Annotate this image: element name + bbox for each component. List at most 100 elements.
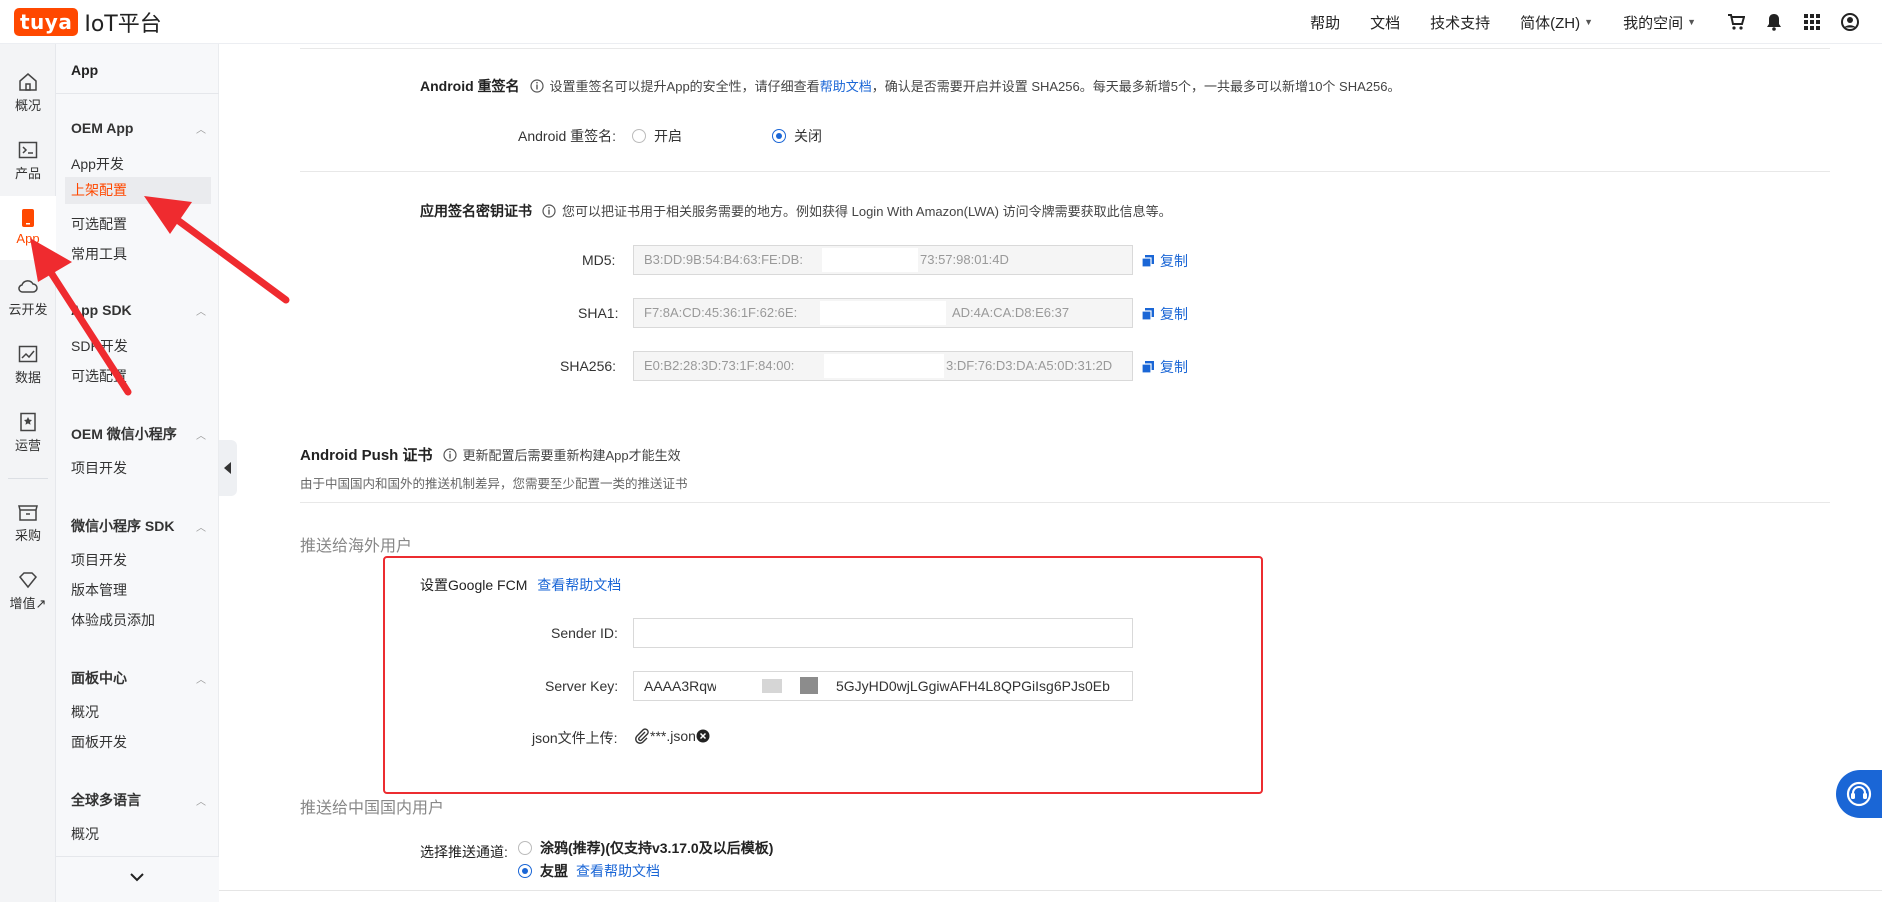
cert-title-text: 应用签名密钥证书 — [420, 203, 532, 219]
sha256-value-start: E0:B2:28:3D:73:1F:84:00: — [644, 358, 795, 373]
sidebar-section-wechat-sdk[interactable]: 微信小程序 SDK ︿ — [71, 516, 206, 536]
redaction-mask — [820, 301, 946, 325]
md5-field[interactable]: B3:DD:9B:54:B4:63:FE:DB: 73:57:98:01:4D — [633, 245, 1133, 275]
rail-label: 运营 — [14, 438, 41, 453]
sha256-field[interactable]: E0:B2:28:3D:73:1F:84:00: 3:DF:76:D3:DA:A… — [633, 351, 1133, 381]
top-bar: tuya IoT平台 帮助 文档 技术支持 简体(ZH) ▼ 我的空间 ▼ — [0, 0, 1882, 44]
rail-item-app[interactable]: App — [0, 196, 56, 260]
sidebar-section-oem-app[interactable]: OEM App ︿ — [71, 120, 206, 136]
cart-icon[interactable] — [1726, 12, 1746, 32]
copy-label: 复制 — [1160, 359, 1188, 375]
section-title: OEM App — [71, 120, 134, 136]
user-avatar-icon[interactable] — [1840, 12, 1860, 32]
main-content: Android 重签名 设置重签名可以提升App的安全性，请仔细查看帮助文档，确认… — [260, 44, 1882, 902]
radio-label: 关闭 — [794, 128, 822, 144]
chart-icon — [18, 345, 38, 363]
sidebar-item-lang-overview[interactable]: 概况 — [71, 824, 99, 844]
section-title: 全球多语言 — [71, 792, 141, 808]
sha1-copy-button[interactable]: 复制 — [1141, 304, 1188, 324]
sidebar-item-panel-overview[interactable]: 概况 — [71, 702, 99, 722]
rail-item-value-added[interactable]: 增值↗ — [0, 570, 56, 612]
sidebar-item-panel-dev[interactable]: 面板开发 — [71, 732, 127, 752]
logo[interactable]: tuya IoT平台 — [14, 6, 162, 38]
section-title: 面板中心 — [71, 670, 127, 686]
copy-label: 复制 — [1160, 253, 1188, 269]
radio-unchecked-icon — [518, 841, 532, 855]
sha1-value-start: F7:8A:CD:45:36:1F:62:6E: — [644, 305, 798, 320]
diamond-icon — [18, 572, 38, 589]
channel-radio-umeng[interactable]: 友盟 查看帮助文档 — [518, 861, 660, 881]
radio-unchecked-icon — [632, 129, 646, 143]
md5-copy-button[interactable]: 复制 — [1141, 251, 1188, 271]
customer-service-button[interactable] — [1836, 770, 1882, 818]
rail-item-product[interactable]: 产品 — [0, 140, 56, 182]
sidebar-section-panel-center[interactable]: 面板中心 ︿ — [71, 668, 206, 688]
sidebar-item-optional-config[interactable]: 可选配置 — [71, 214, 127, 234]
resign-field-label: Android 重签名: — [518, 128, 617, 144]
resign-note-text-end: ，确认是否需要开启并设置 SHA256。每天最多新增5个，一共最多可以新增10个… — [871, 79, 1401, 94]
phone-icon — [22, 209, 34, 227]
sidebar-collapse-handle[interactable] — [219, 440, 237, 496]
store-icon — [18, 505, 38, 521]
md5-label: MD5: — [582, 252, 616, 268]
nav-docs[interactable]: 文档 — [1370, 12, 1400, 33]
nav-my-space[interactable]: 我的空间 ▼ — [1623, 12, 1696, 33]
section-title: App SDK — [71, 302, 132, 318]
sidebar-item-project-dev-2[interactable]: 项目开发 — [71, 550, 127, 570]
md5-value-start: B3:DD:9B:54:B4:63:FE:DB: — [644, 252, 803, 267]
sidebar-item-release-config[interactable]: 上架配置 — [65, 177, 211, 204]
chevron-up-icon: ︿ — [196, 796, 206, 808]
resign-radio-on[interactable]: 开启 — [632, 126, 682, 146]
sha256-copy-button[interactable]: 复制 — [1141, 357, 1188, 377]
home-icon — [19, 73, 37, 91]
radio-checked-icon — [518, 864, 532, 878]
logo-badge: tuya — [14, 7, 79, 36]
resign-help-link[interactable]: 帮助文档 — [820, 79, 872, 94]
push-section-title: Android Push 证书 更新配置后需要重新构建App才能生效 — [300, 444, 681, 465]
sidebar-item-project-dev[interactable]: 项目开发 — [71, 458, 127, 478]
info-icon — [529, 79, 544, 93]
channel-radio-tuya[interactable]: 涂鸦(推荐)(仅支持v3.17.0及以后模板) — [518, 838, 773, 858]
bell-icon[interactable] — [1764, 12, 1784, 32]
rail-item-operation[interactable]: 运营 — [0, 412, 56, 454]
sidebar-item-app-dev[interactable]: App开发 — [71, 154, 124, 174]
sidebar-item-trial-members[interactable]: 体验成员添加 — [71, 610, 155, 630]
channel-help-link[interactable]: 查看帮助文档 — [576, 863, 660, 879]
my-space-label: 我的空间 — [1623, 14, 1684, 32]
radio-checked-icon — [772, 129, 786, 143]
cert-note: 您可以把证书用于相关服务需要的地方。例如获得 Login With Amazon… — [562, 204, 1172, 219]
sha1-field[interactable]: F7:8A:CD:45:36:1F:62:6E: AD:4A:CA:D8:E6:… — [633, 298, 1133, 328]
sidebar-section-wechat-mini[interactable]: OEM 微信小程序 ︿ — [71, 424, 206, 444]
rail-label: 概况 — [14, 98, 41, 113]
sidebar-divider — [56, 93, 219, 94]
info-icon — [542, 204, 556, 218]
resign-radio-off[interactable]: 关闭 — [772, 126, 822, 146]
cert-section-title: 应用签名密钥证书 您可以把证书用于相关服务需要的地方。例如获得 Login Wit… — [420, 201, 1172, 221]
china-push-title: 推送给中国国内用户 — [300, 800, 445, 817]
rail-item-data[interactable]: 数据 — [0, 344, 56, 386]
resign-note-text: 设置重签名可以提升App的安全性，请仔细查看 — [549, 79, 820, 94]
chevron-down-icon[interactable] — [129, 871, 145, 883]
caret-down-icon: ▼ — [1584, 17, 1594, 27]
nav-help[interactable]: 帮助 — [1310, 12, 1340, 33]
section-title: 微信小程序 SDK — [71, 518, 175, 534]
md5-value-end: 73:57:98:01:4D — [920, 252, 1009, 267]
nav-language[interactable]: 简体(ZH) ▼ — [1520, 12, 1593, 33]
sidebar-item-sdk-optional[interactable]: 可选配置 — [71, 366, 127, 386]
badge-icon — [20, 412, 36, 432]
sidebar-item-sdk-dev[interactable]: SDK开发 — [71, 336, 128, 356]
redaction-mask — [822, 248, 918, 272]
sidebar-item-tools[interactable]: 常用工具 — [71, 244, 127, 264]
rail-item-cloud[interactable]: 云开发 — [0, 276, 56, 318]
nav-support[interactable]: 技术支持 — [1430, 12, 1490, 33]
chevron-up-icon: ︿ — [196, 306, 206, 318]
sidebar-item-version-mgmt[interactable]: 版本管理 — [71, 580, 127, 600]
rail-item-purchase[interactable]: 采购 — [0, 502, 56, 544]
rail-label: 数据 — [14, 370, 41, 385]
sidebar-section-app-sdk[interactable]: App SDK ︿ — [71, 302, 206, 318]
push-description: 由于中国国内和国外的推送机制差异，您需要至少配置一类的推送证书 — [300, 477, 688, 491]
rail-item-overview[interactable]: 概况 — [0, 72, 56, 114]
rail-label: 产品 — [14, 166, 41, 181]
sidebar-section-multilang[interactable]: 全球多语言 ︿ — [71, 790, 206, 810]
apps-grid-icon[interactable] — [1802, 12, 1822, 32]
